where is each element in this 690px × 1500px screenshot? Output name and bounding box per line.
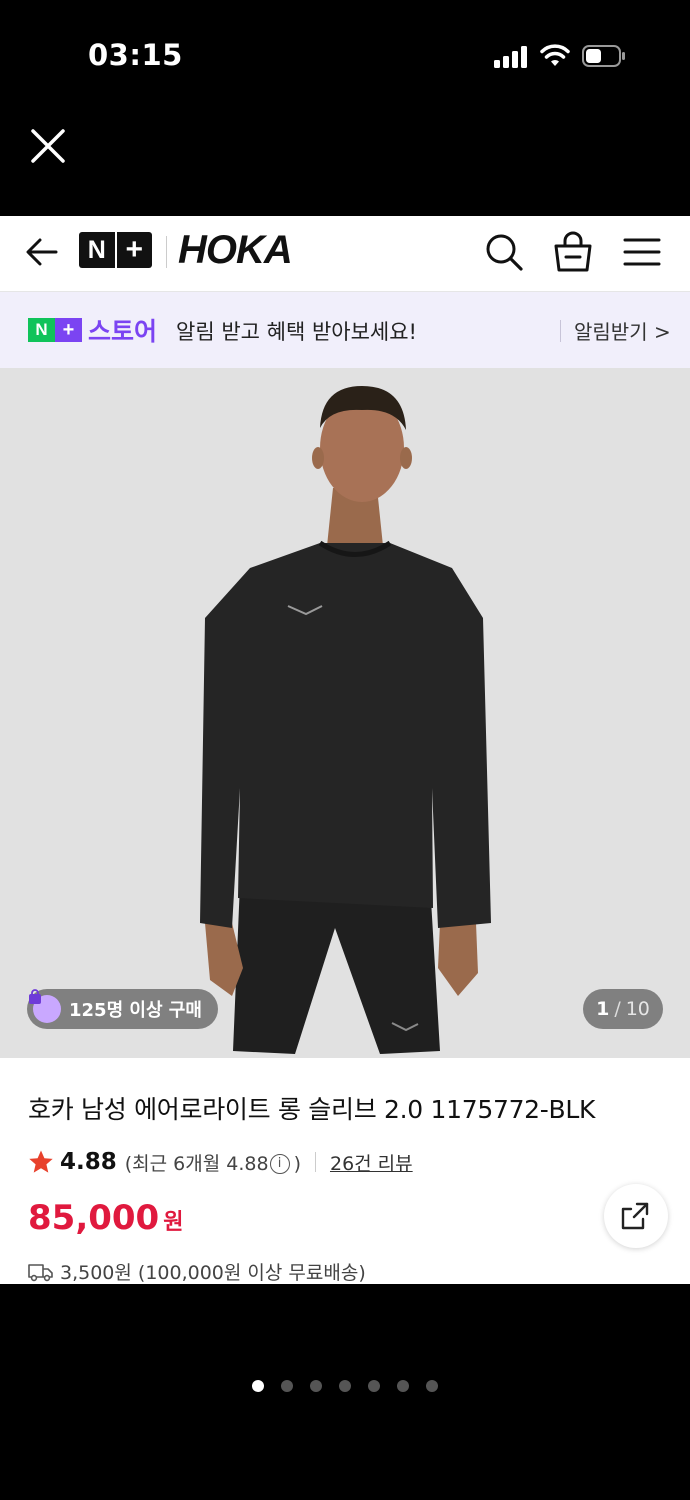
buyer-count-badge: 125명 이상 구매	[27, 989, 218, 1029]
share-button[interactable]	[604, 1184, 668, 1248]
promo-store-label: 스토어	[88, 317, 158, 346]
price-value: 85,000	[28, 1198, 160, 1238]
battery-icon	[582, 45, 625, 67]
promo-logo-plus: +	[55, 318, 82, 342]
shipping-text: 3,500원 (100,000원 이상 무료배송)	[60, 1262, 366, 1284]
pager-dot[interactable]	[397, 1380, 409, 1392]
star-icon	[29, 1150, 53, 1173]
promo-divider	[560, 320, 561, 342]
price-row: 85,000 원	[28, 1198, 183, 1238]
recent-rating: (최근 6개월 4.88 i)	[125, 1149, 301, 1176]
nplus-logo[interactable]: N +	[79, 232, 152, 268]
pager-dot[interactable]	[252, 1380, 264, 1392]
nplus-logo-n: N	[87, 235, 106, 264]
pager-dot[interactable]	[281, 1380, 293, 1392]
info-icon[interactable]: i	[269, 1154, 290, 1174]
rating-value: 4.88	[60, 1149, 117, 1175]
close-icon[interactable]	[28, 126, 68, 166]
shopping-bag-icon[interactable]	[552, 230, 594, 274]
share-icon	[621, 1202, 649, 1230]
delivery-truck-icon	[28, 1263, 53, 1281]
store-navbar: N + HOKA	[0, 216, 690, 292]
shopping-bag-badge-icon	[29, 989, 61, 1023]
product-page: N + HOKA N + 스토어 알림 받고 혜택 받아보세요! 알림받기 >	[0, 216, 690, 1284]
promo-logo-n: N	[28, 318, 55, 342]
product-photo	[0, 368, 690, 1058]
pager-dot[interactable]	[310, 1380, 322, 1392]
back-arrow-icon[interactable]	[22, 232, 62, 272]
image-counter-current: 1	[596, 998, 610, 1020]
status-time: 03:15	[88, 38, 183, 72]
image-counter-separator: /	[614, 998, 621, 1020]
search-icon[interactable]	[484, 230, 524, 274]
pager-dot[interactable]	[368, 1380, 380, 1392]
product-title: 호카 남성 에어로라이트 롱 슬리브 2.0 1175772-BLK	[28, 1095, 596, 1124]
product-image-carousel[interactable]: 125명 이상 구매 1 / 10	[0, 368, 690, 1058]
image-counter-total: 10	[625, 998, 650, 1020]
buyer-count-text: 125명 이상 구매	[69, 1000, 202, 1021]
pager-dot[interactable]	[339, 1380, 351, 1392]
brand-logo[interactable]: HOKA	[178, 228, 293, 273]
pager-dot[interactable]	[426, 1380, 438, 1392]
subscribe-notification-link[interactable]: 알림받기 >	[574, 316, 671, 345]
promo-message: 알림 받고 혜택 받아보세요!	[176, 320, 417, 344]
price-unit: 원	[163, 1210, 184, 1235]
rating-row: 4.88 (최근 6개월 4.88 i) 26건 리뷰	[28, 1146, 413, 1178]
recent-rating-text: (최근 6개월 4.88	[124, 1152, 269, 1175]
menu-icon[interactable]	[622, 234, 662, 270]
story-pager	[252, 1380, 438, 1392]
review-count-link[interactable]: 26건 리뷰	[330, 1149, 413, 1176]
webview-toolbar	[0, 110, 690, 216]
image-counter: 1 / 10	[583, 989, 663, 1029]
nplus-store-logo: N +	[28, 318, 82, 342]
rating-divider	[314, 1152, 316, 1172]
shipping-info: 3,500원 (100,000원 이상 무료배송)	[28, 1258, 366, 1284]
recent-rating-close: )	[293, 1152, 301, 1175]
signal-icon	[494, 44, 528, 68]
logo-divider	[166, 236, 167, 268]
status-bar: 03:15	[0, 0, 690, 110]
wifi-icon	[540, 44, 570, 66]
notification-promo-banner[interactable]: N + 스토어 알림 받고 혜택 받아보세요! 알림받기 >	[0, 292, 690, 368]
nplus-logo-plus: +	[114, 232, 153, 268]
